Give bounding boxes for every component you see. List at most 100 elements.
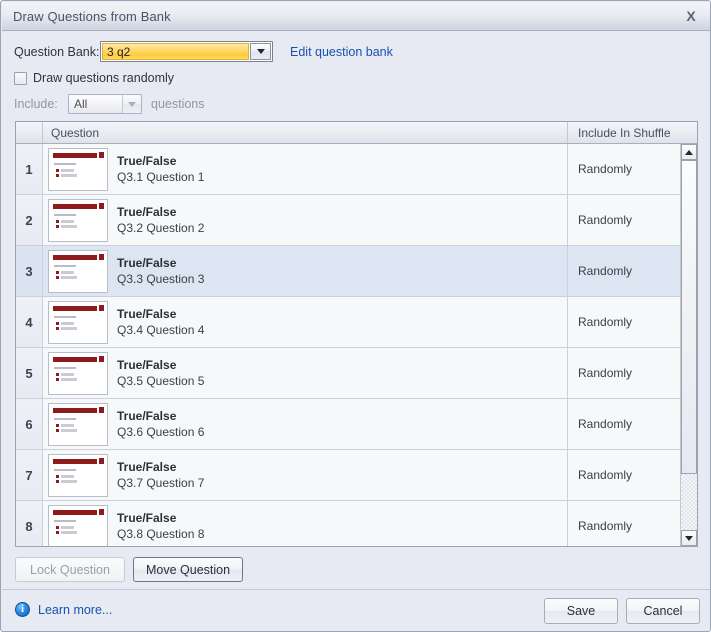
save-button[interactable]: Save xyxy=(544,598,618,624)
window-title: Draw Questions from Bank xyxy=(13,9,171,24)
header-scrollbar-spacer xyxy=(680,122,697,143)
edit-question-bank-link[interactable]: Edit question bank xyxy=(290,45,393,59)
row-include-in-shuffle[interactable]: Randomly xyxy=(568,297,680,347)
row-question-cell[interactable]: True/FalseQ3.7 Question 7 xyxy=(43,450,568,500)
triangle-up-glyph xyxy=(685,150,693,155)
cancel-button[interactable]: Cancel xyxy=(626,598,700,624)
include-count-chevron-down-icon[interactable] xyxy=(122,95,141,113)
include-row: Include: All questions xyxy=(14,94,205,114)
row-number: 3 xyxy=(16,246,43,296)
row-question-type: True/False xyxy=(117,510,204,526)
scrollbar-thumb[interactable] xyxy=(681,160,697,474)
row-include-in-shuffle[interactable]: Randomly xyxy=(568,450,680,500)
row-number: 4 xyxy=(16,297,43,347)
scroll-up-arrow-icon[interactable] xyxy=(681,144,697,160)
include-suffix-label: questions xyxy=(151,97,205,111)
table-row[interactable]: 7 True/FalseQ3.7 Question 7 Randomly xyxy=(16,450,680,501)
row-question-name: Q3.8 Question 8 xyxy=(117,526,204,542)
draw-questions-dialog: Draw Questions from Bank X Question Bank… xyxy=(0,0,711,632)
row-include-in-shuffle[interactable]: Randomly xyxy=(568,399,680,449)
row-question-text: True/FalseQ3.4 Question 4 xyxy=(117,306,204,338)
scroll-down-arrow-icon[interactable] xyxy=(681,530,697,546)
triangle-down-glyph xyxy=(685,536,693,541)
row-question-name: Q3.5 Question 5 xyxy=(117,373,204,389)
row-question-type: True/False xyxy=(117,204,204,220)
include-count-select[interactable]: All xyxy=(68,94,142,114)
row-question-text: True/FalseQ3.5 Question 5 xyxy=(117,357,204,389)
table-row[interactable]: 5True/FalseQ3.5 Question 5Randomly xyxy=(16,348,680,399)
learn-more-label: Learn more... xyxy=(38,603,112,617)
include-count-value[interactable]: All xyxy=(69,95,122,113)
row-question-cell[interactable]: True/FalseQ3.4 Question 4 xyxy=(43,297,568,347)
row-question-name: Q3.3 Question 3 xyxy=(117,271,204,287)
grid-vertical-scrollbar[interactable] xyxy=(680,144,697,546)
close-icon[interactable]: X xyxy=(675,4,707,28)
info-icon: i xyxy=(15,602,30,617)
row-number: 7 xyxy=(16,450,43,500)
table-row[interactable]: 1 True/FalseQ3.1 Question 1 Randomly xyxy=(16,144,680,195)
table-row[interactable]: 8 True/FalseQ3.8 Question 8 Randomly xyxy=(16,501,680,546)
row-include-in-shuffle[interactable]: Randomly xyxy=(568,195,680,245)
question-bank-select[interactable]: 3 q2 xyxy=(100,41,273,62)
draw-randomly-label: Draw questions randomly xyxy=(33,71,174,85)
column-header-question[interactable]: Question xyxy=(43,122,568,143)
row-question-text: True/FalseQ3.2 Question 2 xyxy=(117,204,204,236)
lock-question-button[interactable]: Lock Question xyxy=(15,557,125,582)
row-include-in-shuffle[interactable]: Randomly xyxy=(568,144,680,194)
draw-randomly-row: Draw questions randomly xyxy=(14,71,174,85)
chevron-down-glyph xyxy=(257,49,265,54)
scrollbar-track[interactable] xyxy=(681,160,697,530)
title-bar: Draw Questions from Bank X xyxy=(2,2,711,31)
options-panel: Question Bank: 3 q2 Edit question bank D… xyxy=(2,31,711,115)
row-question-type: True/False xyxy=(117,255,204,271)
slide-thumbnail-icon xyxy=(48,301,108,344)
row-question-type: True/False xyxy=(117,306,204,322)
learn-more-link[interactable]: i Learn more... xyxy=(15,602,112,617)
row-question-text: True/FalseQ3.7 Question 7 xyxy=(117,459,204,491)
table-row[interactable]: 6 True/FalseQ3.6 Question 6 Randomly xyxy=(16,399,680,450)
grid-body: 1True/FalseQ3.1 Question 1Randomly2True/… xyxy=(16,144,697,546)
include-label: Include: xyxy=(14,97,68,111)
row-question-cell[interactable]: True/FalseQ3.8 Question 8 xyxy=(43,501,568,546)
row-question-text: True/FalseQ3.6 Question 6 xyxy=(117,408,204,440)
move-question-button[interactable]: Move Question xyxy=(133,557,243,582)
question-bank-chevron-down-icon[interactable] xyxy=(250,43,271,60)
slide-thumbnail-icon xyxy=(48,403,108,446)
row-question-text: True/FalseQ3.8 Question 8 xyxy=(117,510,204,542)
row-question-text: True/FalseQ3.3 Question 3 xyxy=(117,255,204,287)
row-number: 6 xyxy=(16,399,43,449)
column-header-include-in-shuffle[interactable]: Include In Shuffle xyxy=(568,122,680,143)
row-question-cell[interactable]: True/FalseQ3.3 Question 3 xyxy=(43,246,568,296)
row-question-name: Q3.1 Question 1 xyxy=(117,169,204,185)
row-question-cell[interactable]: True/FalseQ3.6 Question 6 xyxy=(43,399,568,449)
row-number: 8 xyxy=(16,501,43,546)
row-include-in-shuffle[interactable]: Randomly xyxy=(568,246,680,296)
chevron-down-glyph xyxy=(128,102,136,107)
question-bank-value[interactable]: 3 q2 xyxy=(102,43,249,60)
row-number: 1 xyxy=(16,144,43,194)
question-bank-row: Question Bank: 3 q2 Edit question bank xyxy=(14,41,393,62)
slide-thumbnail-icon xyxy=(48,250,108,293)
row-question-name: Q3.7 Question 7 xyxy=(117,475,204,491)
row-question-cell[interactable]: True/FalseQ3.1 Question 1 xyxy=(43,144,568,194)
draw-randomly-checkbox[interactable] xyxy=(14,72,27,85)
row-question-cell[interactable]: True/FalseQ3.5 Question 5 xyxy=(43,348,568,398)
footer-buttons: Save Cancel xyxy=(544,598,700,624)
row-question-type: True/False xyxy=(117,153,204,169)
question-bank-label: Question Bank: xyxy=(14,45,100,59)
row-include-in-shuffle[interactable]: Randomly xyxy=(568,348,680,398)
slide-thumbnail-icon xyxy=(48,454,108,497)
grid-header-row: Question Include In Shuffle xyxy=(16,122,697,144)
row-question-name: Q3.4 Question 4 xyxy=(117,322,204,338)
column-header-number xyxy=(16,122,43,143)
table-row[interactable]: 4 True/FalseQ3.4 Question 4 Randomly xyxy=(16,297,680,348)
row-question-name: Q3.6 Question 6 xyxy=(117,424,204,440)
questions-grid: Question Include In Shuffle 1True/FalseQ… xyxy=(15,121,698,547)
row-question-type: True/False xyxy=(117,459,204,475)
row-question-cell[interactable]: True/FalseQ3.2 Question 2 xyxy=(43,195,568,245)
table-row[interactable]: 2True/FalseQ3.2 Question 2Randomly xyxy=(16,195,680,246)
slide-thumbnail-icon xyxy=(48,199,108,242)
table-row[interactable]: 3 True/FalseQ3.3 Question 3 Randomly xyxy=(16,246,680,297)
row-question-text: True/FalseQ3.1 Question 1 xyxy=(117,153,204,185)
row-include-in-shuffle[interactable]: Randomly xyxy=(568,501,680,546)
